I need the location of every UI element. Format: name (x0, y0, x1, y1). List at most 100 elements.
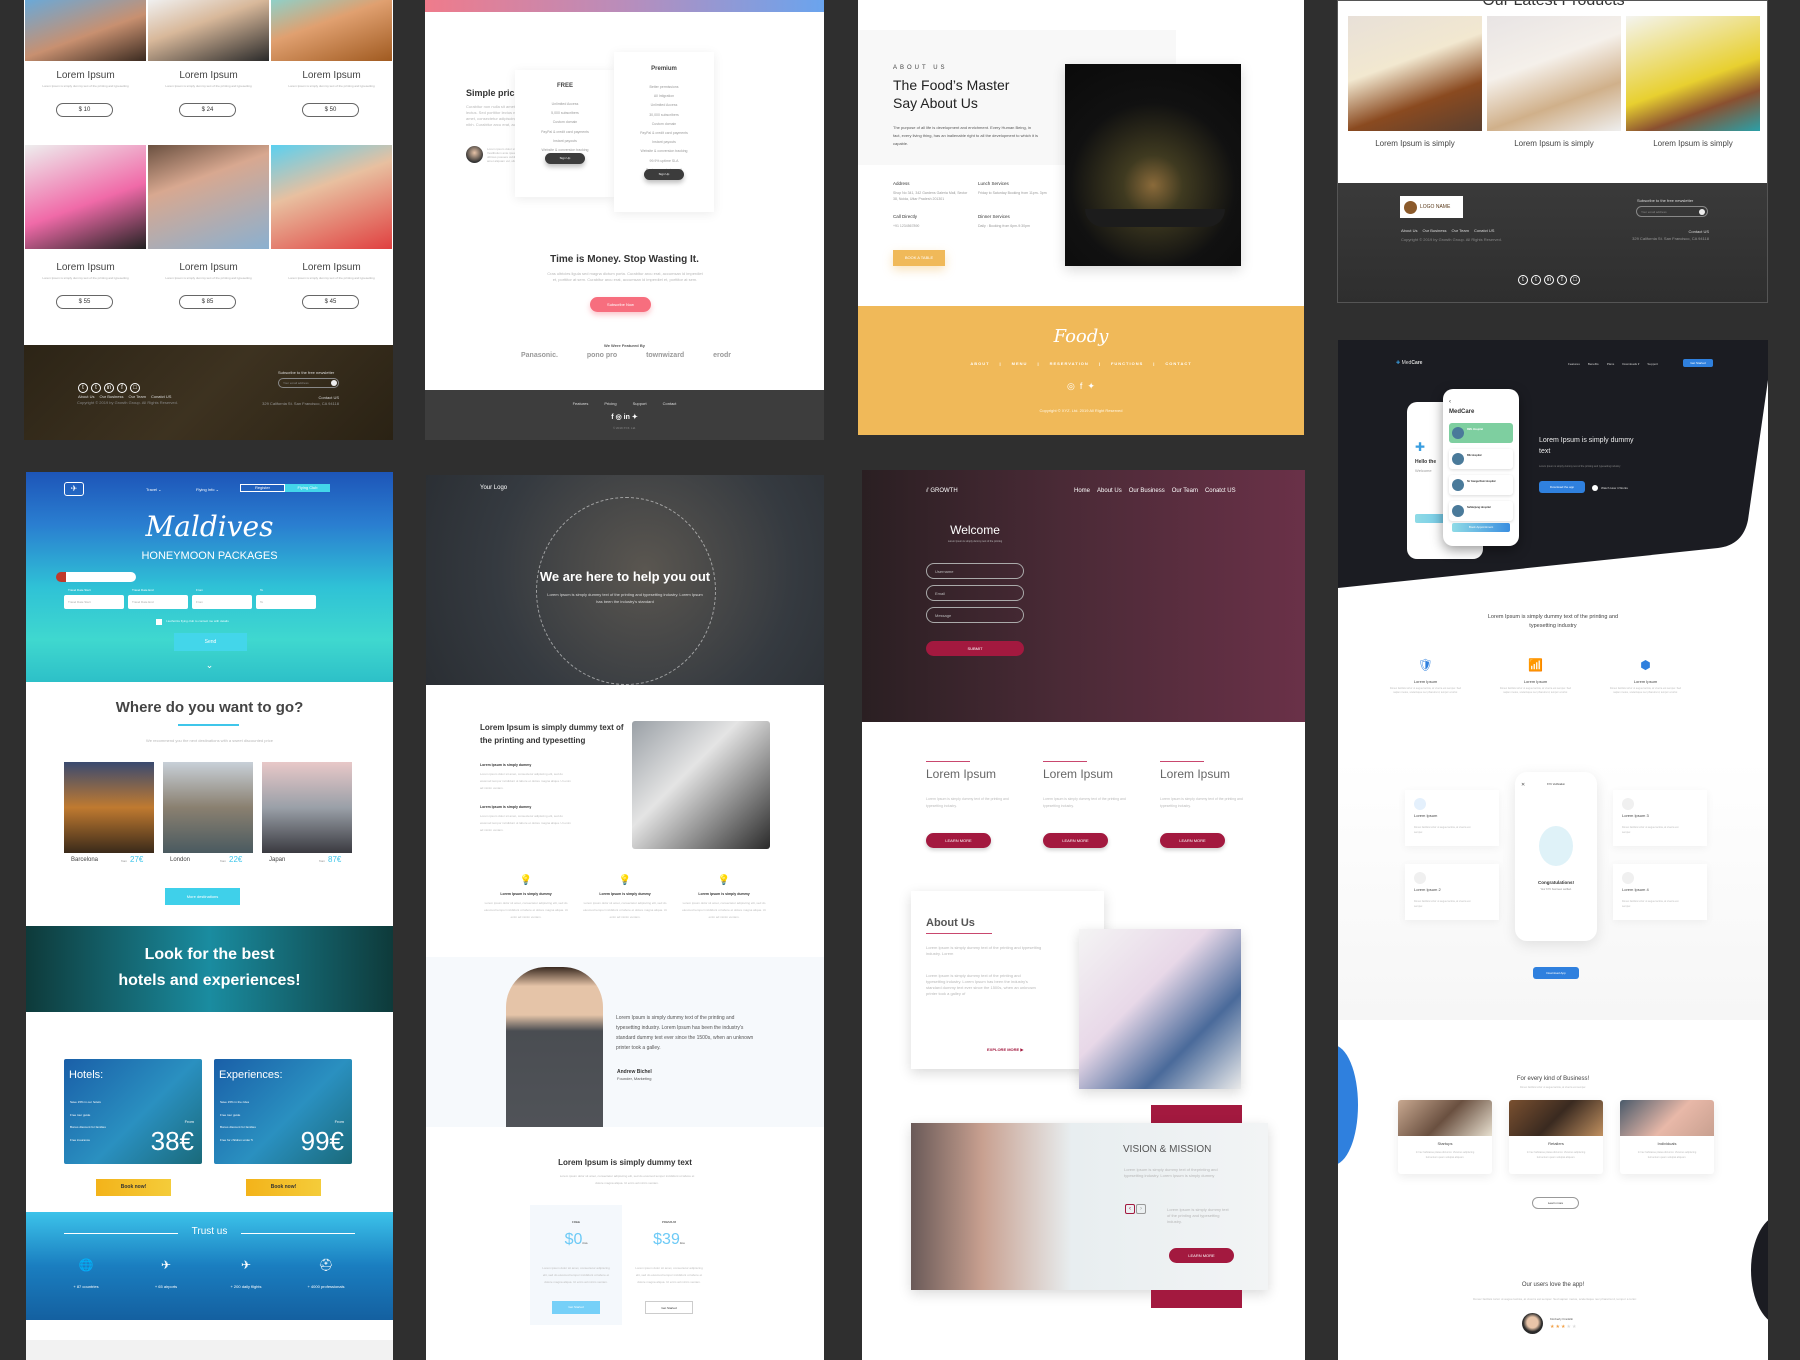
download-app-button-2[interactable]: Download App (1533, 967, 1579, 979)
medcare-logo[interactable]: ✚ MedCare (1396, 360, 1422, 366)
twitter-icon[interactable]: t (78, 383, 88, 393)
learn-more-button[interactable]: LEARN MORE (926, 833, 991, 848)
price-button[interactable]: $ 45 (302, 295, 359, 309)
newsletter-input[interactable]: Your email address (278, 378, 339, 388)
newsletter-input[interactable]: Your email address (1636, 206, 1708, 217)
instagram-icon[interactable]: □ (130, 383, 140, 393)
form-input[interactable]: Message (926, 607, 1024, 623)
growth-logo[interactable]: ⫽ GROWTH (926, 488, 958, 495)
business-card[interactable]: Individuals In hac habitasse platea dictu… (1620, 1100, 1714, 1174)
get-started-button[interactable]: Get Started (1683, 359, 1713, 367)
footer-link[interactable]: Features (573, 401, 589, 406)
logo[interactable]: Your Logo (480, 485, 507, 491)
hospital-card[interactable]: RML Hospital (1449, 423, 1513, 443)
nav-item[interactable]: Plans (1607, 362, 1615, 366)
send-icon[interactable] (1699, 209, 1705, 215)
submit-button[interactable]: SUBMIT (926, 641, 1024, 656)
footer-link[interactable]: About Us (78, 394, 94, 399)
prev-arrow[interactable]: ‹ (1125, 1204, 1135, 1214)
destination-photo[interactable] (163, 762, 253, 853)
footer-nav-item[interactable]: MENU (1012, 361, 1028, 366)
footer-link[interactable]: Conatct US (1474, 228, 1494, 233)
nav-item[interactable]: About Us (1097, 488, 1122, 494)
instagram-icon[interactable]: ◎ (616, 414, 622, 421)
footer-link[interactable]: Contact (663, 401, 677, 406)
footer-link[interactable]: Conatct US (151, 394, 171, 399)
book-appointment-button[interactable]: Book Appointment (1452, 523, 1510, 532)
business-card[interactable]: Retailers In hac habitasse platea dictums… (1509, 1100, 1603, 1174)
nav-item[interactable]: Our Business (1129, 488, 1165, 494)
footer-nav-item[interactable]: CONTACT (1165, 361, 1191, 366)
register-button[interactable]: Register (240, 484, 285, 492)
hospital-card[interactable]: Sir Ganga Ram Hospital (1449, 475, 1513, 495)
learn-more-button[interactable]: Learn more (1532, 1197, 1579, 1209)
book-table-button[interactable]: BOOK A TABLE (893, 250, 945, 266)
price-button[interactable]: $ 55 (56, 295, 113, 309)
travel-input[interactable]: From (192, 595, 252, 609)
next-arrow[interactable]: › (1136, 1204, 1146, 1214)
nav-item[interactable]: Conatct US (1205, 488, 1236, 494)
footer-nav-item[interactable]: ABOUT (970, 361, 989, 366)
airplane-logo-icon[interactable]: ✈ (64, 482, 84, 496)
footer-link[interactable]: Our Team (128, 394, 146, 399)
hospital-card[interactable]: Blk Hospital (1449, 449, 1513, 469)
explore-more-link[interactable]: EXPLORE MORE ▶ (987, 1047, 1023, 1052)
facebook-icon[interactable]: f (117, 383, 127, 393)
watch-video-link[interactable]: Watch How it Works (1592, 485, 1628, 491)
linkedin-icon[interactable]: in (1544, 275, 1554, 285)
send-button[interactable]: Send (174, 633, 247, 651)
send-icon[interactable] (331, 380, 337, 386)
travel-input[interactable]: To (256, 595, 316, 609)
footer-link[interactable]: Pricing (604, 401, 616, 406)
more-destinations-button[interactable]: More destinations (165, 888, 240, 905)
footer-link[interactable]: About Us (1401, 228, 1417, 233)
footer-nav-item[interactable]: RESERVATION (1050, 361, 1089, 366)
hospital-card[interactable]: Safdarjung Hospital (1449, 501, 1513, 521)
flying-club-button[interactable]: Flying Club (285, 484, 330, 492)
signup-button[interactable]: Sign Up (644, 169, 684, 180)
signup-button[interactable]: Sign Up (545, 153, 585, 164)
footer-link[interactable]: Our Business (1422, 228, 1446, 233)
vision-learn-more-button[interactable]: LEARN MORE (1169, 1248, 1234, 1263)
facebook-icon[interactable]: f (611, 414, 613, 421)
tumblr-icon[interactable]: t (91, 383, 101, 393)
learn-more-button[interactable]: LEARN MORE (1160, 833, 1225, 848)
footer-link[interactable]: Our Team (1451, 228, 1469, 233)
nav-item[interactable]: Features (1568, 362, 1580, 366)
price-button[interactable]: $ 24 (179, 103, 236, 117)
tumblr-icon[interactable]: t (1531, 275, 1541, 285)
subscribe-button[interactable]: Subscribe Now (590, 297, 651, 312)
get-started-button[interactable]: Get Started (552, 1301, 600, 1314)
travel-input[interactable]: Travel Date End (128, 595, 188, 609)
twitter-icon[interactable]: ✦ (632, 414, 638, 421)
price-button[interactable]: $ 10 (56, 103, 113, 117)
footer-nav-item[interactable]: FUNCTIONS (1111, 361, 1143, 366)
nav-item[interactable]: Our Team (1172, 488, 1198, 494)
nav-item[interactable]: Support (1647, 362, 1658, 366)
download-app-button[interactable]: Download the app (1539, 481, 1585, 493)
consent-checkbox[interactable] (156, 619, 162, 625)
get-started-button[interactable]: Get Started (645, 1301, 693, 1314)
linkedin-icon[interactable]: in (624, 414, 630, 421)
instagram-icon[interactable]: ◎ (1067, 381, 1075, 391)
footer-link[interactable]: Support (633, 401, 647, 406)
price-button[interactable]: $ 85 (179, 295, 236, 309)
linkedin-icon[interactable]: in (104, 383, 114, 393)
book-now-button[interactable]: Book now! (246, 1179, 321, 1196)
facebook-icon[interactable]: f (1080, 381, 1083, 391)
travel-input[interactable]: Travel Date Start (64, 595, 124, 609)
nav-item[interactable]: Flying Info ⌄ (196, 487, 219, 492)
business-card[interactable]: Startups In hac habitasse platea dictumst… (1398, 1100, 1492, 1174)
nav-item[interactable]: Downloads ▾ (1622, 362, 1639, 366)
book-now-button[interactable]: Book now! (96, 1179, 171, 1196)
price-button[interactable]: $ 50 (302, 103, 359, 117)
nav-item[interactable]: Home (1074, 488, 1090, 494)
nav-item[interactable]: Benefits (1588, 362, 1599, 366)
twitter-icon[interactable]: ✦ (1087, 381, 1095, 391)
form-input[interactable]: Username (926, 563, 1024, 579)
form-input[interactable]: Email (926, 585, 1024, 601)
nav-item[interactable]: Travel ⌄ (146, 487, 161, 492)
facebook-icon[interactable]: f (1557, 275, 1567, 285)
twitter-icon[interactable]: t (1518, 275, 1528, 285)
footer-link[interactable]: Our Business (99, 394, 123, 399)
